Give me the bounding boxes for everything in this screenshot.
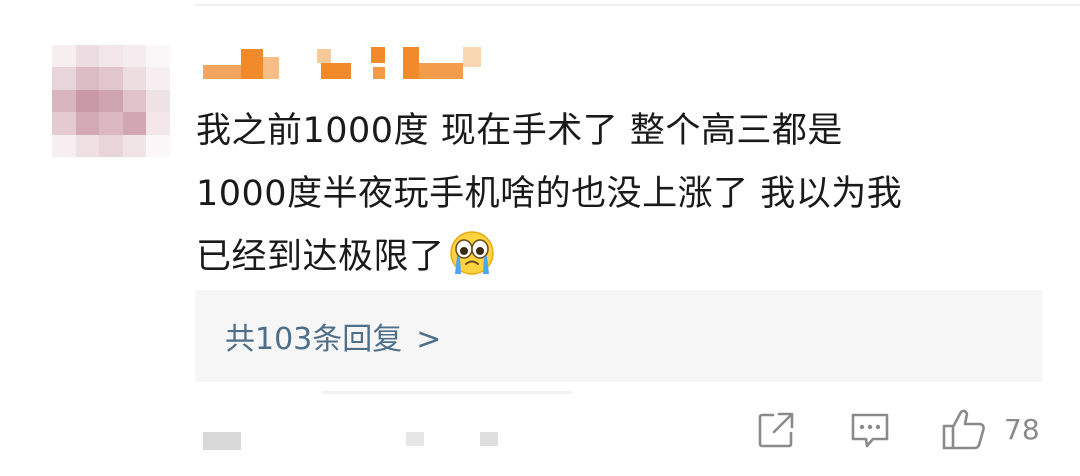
comment-card: 我之前1000度 现在手术了 整个高三都是 1000度半夜玩手机啥的也没上涨了 … <box>0 0 1080 476</box>
comment-text: 我之前1000度 现在手术了 整个高三都是 1000度半夜玩手机啥的也没上涨了 … <box>196 100 1066 297</box>
replies-box[interactable]: 共103条回复 > <box>195 290 1042 382</box>
like-count: 78 <box>1004 413 1040 446</box>
like-button[interactable] <box>941 406 987 452</box>
replies-count-label: 共103条回复 <box>225 322 403 357</box>
thumbs-up-icon <box>941 406 987 452</box>
share-icon <box>756 410 796 450</box>
comment-icon <box>849 410 891 450</box>
share-button[interactable] <box>756 410 796 450</box>
crying-face-emoji-icon <box>447 230 497 297</box>
comment-button[interactable] <box>849 410 891 450</box>
divider <box>322 391 572 394</box>
comment-line: 我之前1000度 现在手术了 整个高三都是 <box>196 111 843 151</box>
divider <box>195 4 1080 6</box>
comment-line: 1000度半夜玩手机啥的也没上涨了 我以为我 <box>196 174 903 214</box>
view-replies-link[interactable]: 共103条回复 > <box>225 314 441 358</box>
chevron-right-icon: > <box>416 322 442 357</box>
comment-line: 已经到达极限了 <box>196 226 1066 297</box>
avatar[interactable] <box>52 45 170 157</box>
